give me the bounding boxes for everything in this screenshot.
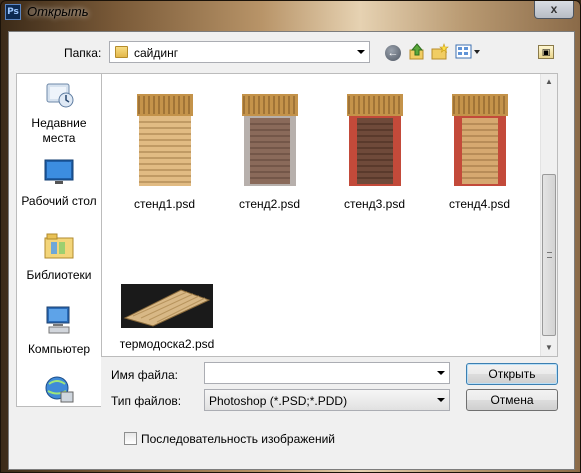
place-desktop[interactable]: Рабочий стол <box>17 156 101 209</box>
vertical-scrollbar[interactable]: ▲ ▼ <box>540 74 557 356</box>
place-computer[interactable]: Компьютер <box>17 304 101 357</box>
psd-thumbnail-icon <box>136 94 193 186</box>
view-menu-icon[interactable] <box>455 43 481 61</box>
file-item[interactable]: стенд1.psd <box>112 90 217 211</box>
chevron-down-icon <box>437 371 445 375</box>
file-name: стенд4.psd <box>448 197 511 211</box>
open-dialog-window: Ps Открыть x Папка: сайдинг ← ▣ Недавние… <box>0 0 581 473</box>
network-icon <box>45 376 74 403</box>
psd-thumbnail-icon <box>451 94 508 186</box>
chevron-down-icon <box>437 398 445 402</box>
filetype-label: Тип файлов: <box>111 394 182 408</box>
place-computer-label: Компьютер <box>27 342 91 356</box>
file-item[interactable]: стенд4.psd <box>427 90 532 211</box>
place-recent-label-2: места <box>42 131 76 145</box>
window-title: Открыть <box>27 4 89 19</box>
psd-thumbnail-icon <box>346 94 403 186</box>
file-item[interactable]: стенд3.psd <box>322 90 427 211</box>
place-desktop-label: Рабочий стол <box>21 194 97 208</box>
show-desktop-icon[interactable]: ▣ <box>538 45 554 59</box>
computer-icon <box>46 306 70 334</box>
new-folder-icon[interactable] <box>431 43 449 61</box>
place-recent[interactable]: Недавние места <box>17 78 101 146</box>
chevron-down-icon <box>357 50 365 54</box>
image-sequence-checkbox[interactable] <box>124 432 137 445</box>
close-button[interactable]: x <box>534 1 574 19</box>
filename-input[interactable] <box>204 362 450 384</box>
folder-select-value: сайдинг <box>134 46 179 60</box>
psd-thumbnail-icon <box>121 284 213 328</box>
file-list-view[interactable]: стенд1.psd стенд2.psd стенд3.psd стенд4.… <box>101 73 558 357</box>
place-recent-label-1: Недавние <box>31 116 87 130</box>
file-item[interactable]: стенд2.psd <box>217 90 322 211</box>
title-bar[interactable]: Ps Открыть x <box>1 1 580 23</box>
file-name: стенд1.psd <box>133 197 196 211</box>
recent-places-icon <box>46 83 74 108</box>
scroll-down-icon[interactable]: ▼ <box>541 340 557 356</box>
scroll-thumb[interactable] <box>542 174 556 336</box>
open-button[interactable]: Открыть <box>466 363 558 385</box>
up-folder-icon[interactable] <box>408 43 426 61</box>
psd-thumbnail-icon <box>241 94 298 186</box>
file-name: термодоска2.psd <box>119 337 215 351</box>
folder-select[interactable]: сайдинг <box>109 41 370 63</box>
places-bar: Недавние места Рабочий стол Библиотеки К… <box>16 73 101 407</box>
file-name: стенд2.psd <box>238 197 301 211</box>
back-arrow-icon[interactable]: ← <box>385 45 401 61</box>
photoshop-app-icon: Ps <box>5 4 21 20</box>
filetype-select[interactable]: Photoshop (*.PSD;*.PDD) <box>204 389 450 411</box>
filename-label: Имя файла: <box>111 368 178 382</box>
folder-icon <box>115 46 128 58</box>
file-name: стенд3.psd <box>343 197 406 211</box>
place-network[interactable] <box>17 374 101 409</box>
scroll-up-icon[interactable]: ▲ <box>541 74 557 90</box>
libraries-icon <box>44 233 74 259</box>
filetype-value: Photoshop (*.PSD;*.PDD) <box>209 394 348 408</box>
folder-label: Папка: <box>64 46 102 60</box>
image-sequence-label[interactable]: Последовательность изображений <box>141 432 335 446</box>
cancel-button[interactable]: Отмена <box>466 389 558 411</box>
place-libraries-label: Библиотеки <box>26 268 92 282</box>
desktop-icon <box>44 159 74 184</box>
file-item[interactable]: термодоска2.psd <box>112 284 222 351</box>
place-libraries[interactable]: Библиотеки <box>17 230 101 283</box>
